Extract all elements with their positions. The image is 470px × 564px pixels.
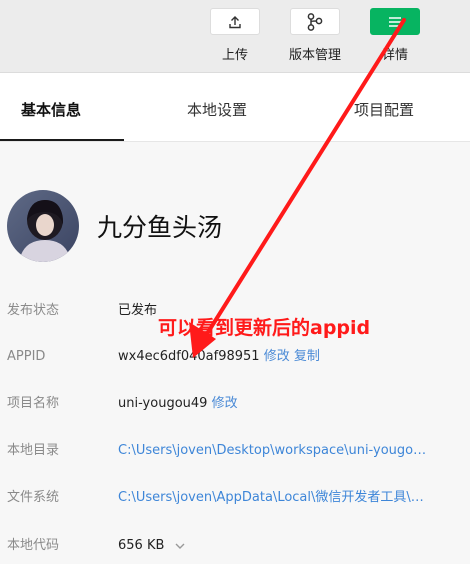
tab-local-settings[interactable]: 本地设置 xyxy=(187,73,247,141)
version-label: 版本管理 xyxy=(289,48,342,63)
project-title: 九分鱼头汤 xyxy=(97,213,223,242)
version-button[interactable] xyxy=(290,8,340,35)
avatar xyxy=(7,190,79,262)
appid-value-group: wx4ec6df040af98951 修改 复制 xyxy=(118,345,320,369)
upload-button[interactable] xyxy=(210,8,260,35)
tab-bar: 基本信息 本地设置 项目配置 xyxy=(0,73,470,142)
tab-project-config[interactable]: 项目配置 xyxy=(354,73,414,141)
local-dir-value-wrap: C:\Users\joven\Desktop\workspace\uni-you… xyxy=(118,439,433,472)
file-system-link[interactable]: C:\Users\joven\AppData\Local\微信开发者工具\Us.… xyxy=(118,486,433,510)
file-system-value-wrap: C:\Users\joven\AppData\Local\微信开发者工具\Us.… xyxy=(118,486,433,519)
file-system-row: 文件系统 C:\Users\joven\AppData\Local\微信开发者工… xyxy=(0,486,470,510)
local-dir-key: 本地目录 xyxy=(7,443,60,458)
appid-row: APPID wx4ec6df040af98951 修改 复制 xyxy=(0,345,470,369)
upload-label: 上传 xyxy=(221,48,248,63)
local-code-key: 本地代码 xyxy=(7,538,60,553)
project-name-edit-link[interactable]: 修改 xyxy=(212,396,238,411)
details-label: 详情 xyxy=(381,48,408,63)
details-button[interactable] xyxy=(370,8,420,35)
chevron-down-icon[interactable] xyxy=(175,543,185,549)
status-value: 已发布 xyxy=(118,303,158,318)
local-code-value: 656 KB xyxy=(118,538,165,553)
appid-key: APPID xyxy=(7,349,46,364)
upload-tool[interactable]: 上传 xyxy=(209,8,261,63)
project-name-key: 项目名称 xyxy=(7,396,60,411)
local-dir-row: 本地目录 C:\Users\joven\Desktop\workspace\un… xyxy=(0,439,470,463)
appid-edit-link[interactable]: 修改 xyxy=(264,349,290,364)
local-code-row: 本地代码 656 KB xyxy=(0,534,470,558)
menu-icon xyxy=(389,16,401,27)
top-toolbar: 上传 版本管理 详情 xyxy=(0,0,470,73)
local-code-value-group[interactable]: 656 KB xyxy=(118,534,185,558)
status-key: 发布状态 xyxy=(7,303,60,318)
branch-icon xyxy=(307,12,323,31)
appid-value: wx4ec6df040af98951 xyxy=(118,349,260,364)
appid-copy-link[interactable]: 复制 xyxy=(294,349,320,364)
version-tool[interactable]: 版本管理 xyxy=(289,8,341,63)
active-tab-indicator xyxy=(0,139,124,141)
project-name-row: 项目名称 uni-yougou49 修改 xyxy=(0,392,470,416)
annotation-text: 可以看到更新后的appid xyxy=(158,317,371,339)
details-tool[interactable]: 详情 xyxy=(369,8,421,63)
upload-icon xyxy=(229,15,241,28)
local-dir-link[interactable]: C:\Users\joven\Desktop\workspace\uni-you… xyxy=(118,439,433,463)
project-name-value: uni-yougou49 xyxy=(118,396,208,411)
tab-basic-info[interactable]: 基本信息 xyxy=(21,73,81,141)
project-name-value-group: uni-yougou49 修改 xyxy=(118,392,238,416)
file-system-key: 文件系统 xyxy=(7,490,60,505)
